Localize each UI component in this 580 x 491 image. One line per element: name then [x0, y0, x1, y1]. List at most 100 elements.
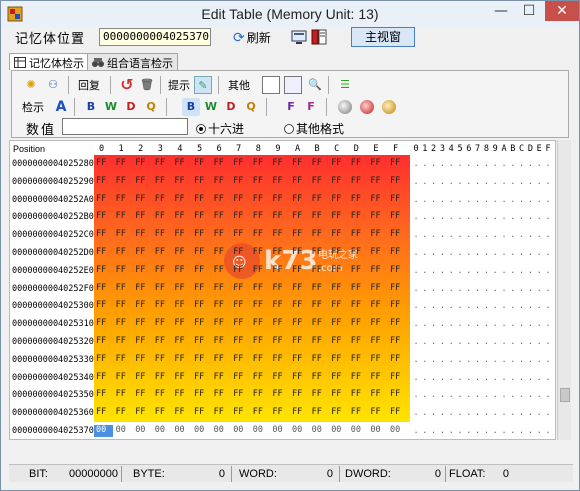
ascii-cell[interactable]: .	[544, 177, 552, 187]
ascii-cell[interactable]: .	[535, 301, 543, 311]
search-icon[interactable]: 🔍	[306, 76, 324, 94]
hex-cell[interactable]: FF	[310, 318, 329, 330]
hex-cell[interactable]: FF	[172, 389, 191, 401]
hex-cell[interactable]: FF	[94, 283, 113, 295]
hex-cell[interactable]: FF	[329, 354, 348, 366]
ascii-cell[interactable]: .	[500, 266, 508, 276]
ascii-cell[interactable]: .	[526, 319, 534, 329]
hex-cell[interactable]: FF	[349, 176, 368, 188]
ascii-cell[interactable]: .	[430, 212, 438, 222]
hex-cell[interactable]: FF	[329, 265, 348, 277]
hex-cell[interactable]: FF	[270, 194, 289, 206]
ascii-cell[interactable]: .	[491, 266, 499, 276]
ascii-cell[interactable]: .	[447, 177, 455, 187]
hint-button[interactable]: 提示	[168, 77, 190, 93]
hex-cell[interactable]: FF	[133, 176, 152, 188]
hex-cell[interactable]: FF	[94, 158, 113, 170]
hex-cell[interactable]: FF	[251, 211, 270, 223]
ascii-cell[interactable]: .	[438, 212, 446, 222]
hex-cell[interactable]: FF	[329, 300, 348, 312]
hex-cell[interactable]: FF	[349, 211, 368, 223]
hex-cell[interactable]: FF	[290, 211, 309, 223]
ascii-cell[interactable]: .	[544, 266, 552, 276]
ascii-cell[interactable]: .	[421, 284, 429, 294]
ascii-cell[interactable]: .	[500, 301, 508, 311]
hex-cell[interactable]: FF	[349, 247, 368, 259]
ascii-cell[interactable]: .	[456, 355, 464, 365]
ascii-cell[interactable]: .	[456, 408, 464, 418]
hex-cell[interactable]: FF	[251, 300, 270, 312]
ascii-cell[interactable]: .	[544, 319, 552, 329]
hex-cell[interactable]: FF	[349, 354, 368, 366]
ascii-cell[interactable]: .	[544, 373, 552, 383]
hex-cell[interactable]: FF	[192, 300, 211, 312]
hex-grid[interactable]: Position ☺ k73 电玩之家 .com 0123456789ABCDE…	[9, 140, 556, 440]
ascii-cell[interactable]: .	[447, 408, 455, 418]
ascii-cell[interactable]: .	[447, 319, 455, 329]
hex-cell[interactable]: FF	[114, 229, 133, 241]
ascii-cell[interactable]: .	[412, 266, 420, 276]
ascii-cell[interactable]: .	[421, 159, 429, 169]
hex-cell[interactable]: FF	[388, 283, 407, 295]
scrollbar-thumb[interactable]	[560, 388, 570, 402]
ascii-cell[interactable]: .	[544, 426, 552, 436]
ascii-cell[interactable]: .	[482, 230, 490, 240]
ascii-cell[interactable]: .	[518, 408, 526, 418]
hex-cell[interactable]: FF	[270, 247, 289, 259]
hex-cell[interactable]: FF	[388, 247, 407, 259]
hex-cell[interactable]: FF	[310, 194, 329, 206]
ascii-cell[interactable]: .	[509, 177, 517, 187]
ascii-cell[interactable]: .	[518, 426, 526, 436]
ascii-cell[interactable]: .	[518, 319, 526, 329]
hex-cell[interactable]: FF	[231, 407, 250, 419]
ascii-cell[interactable]: .	[438, 426, 446, 436]
minimize-button[interactable]: —	[487, 1, 515, 21]
ascii-cell[interactable]: .	[421, 408, 429, 418]
tab-memory-view[interactable]: 记忆体检示	[9, 53, 89, 70]
ascii-cell[interactable]: .	[482, 266, 490, 276]
ascii-cell[interactable]: .	[474, 248, 482, 258]
hex-cell[interactable]: FF	[270, 336, 289, 348]
ascii-cell[interactable]: .	[518, 390, 526, 400]
hex-cell[interactable]: FF	[94, 247, 113, 259]
hex-cell[interactable]: FF	[231, 300, 250, 312]
ascii-cell[interactable]: .	[474, 319, 482, 329]
ascii-cell[interactable]: .	[465, 355, 473, 365]
hex-cell[interactable]: FF	[310, 158, 329, 170]
hex-cell[interactable]: FF	[310, 407, 329, 419]
hex-cell[interactable]: FF	[114, 158, 133, 170]
ascii-cell[interactable]: .	[482, 319, 490, 329]
hex-cell[interactable]: 00	[172, 425, 191, 437]
vertical-scrollbar[interactable]	[557, 140, 571, 440]
hex-cell[interactable]: FF	[192, 389, 211, 401]
ascii-cell[interactable]: .	[430, 390, 438, 400]
hex-cell[interactable]: FF	[270, 158, 289, 170]
ascii-cell[interactable]: .	[438, 301, 446, 311]
ascii-cell[interactable]: .	[474, 212, 482, 222]
hex-cell[interactable]: FF	[290, 158, 309, 170]
hex-cell[interactable]: FF	[270, 300, 289, 312]
hex-cell[interactable]: FF	[388, 372, 407, 384]
hex-cell[interactable]: FF	[94, 300, 113, 312]
hex-cell[interactable]: FF	[349, 372, 368, 384]
hex-cell[interactable]: FF	[290, 372, 309, 384]
hex-cell[interactable]: FF	[251, 283, 270, 295]
ascii-cell[interactable]: .	[482, 408, 490, 418]
ascii-cell[interactable]: .	[509, 266, 517, 276]
hex-cell[interactable]: FF	[368, 247, 387, 259]
hex-cell[interactable]: FF	[231, 283, 250, 295]
hex-cell[interactable]: FF	[153, 300, 172, 312]
hex-cell[interactable]: FF	[290, 265, 309, 277]
hex-cell[interactable]: 00	[270, 425, 289, 437]
hex-cell[interactable]: FF	[172, 283, 191, 295]
ascii-cell[interactable]: .	[447, 248, 455, 258]
hex-cell[interactable]: FF	[212, 194, 231, 206]
hex-cell[interactable]: FF	[114, 372, 133, 384]
hex-cell[interactable]: FF	[133, 247, 152, 259]
hex-cell[interactable]: FF	[329, 247, 348, 259]
ascii-cell[interactable]: .	[430, 248, 438, 258]
hex-cell[interactable]: FF	[349, 336, 368, 348]
hex-cell[interactable]: FF	[368, 158, 387, 170]
hex-cell[interactable]: FF	[310, 283, 329, 295]
hex-cell[interactable]: FF	[251, 336, 270, 348]
